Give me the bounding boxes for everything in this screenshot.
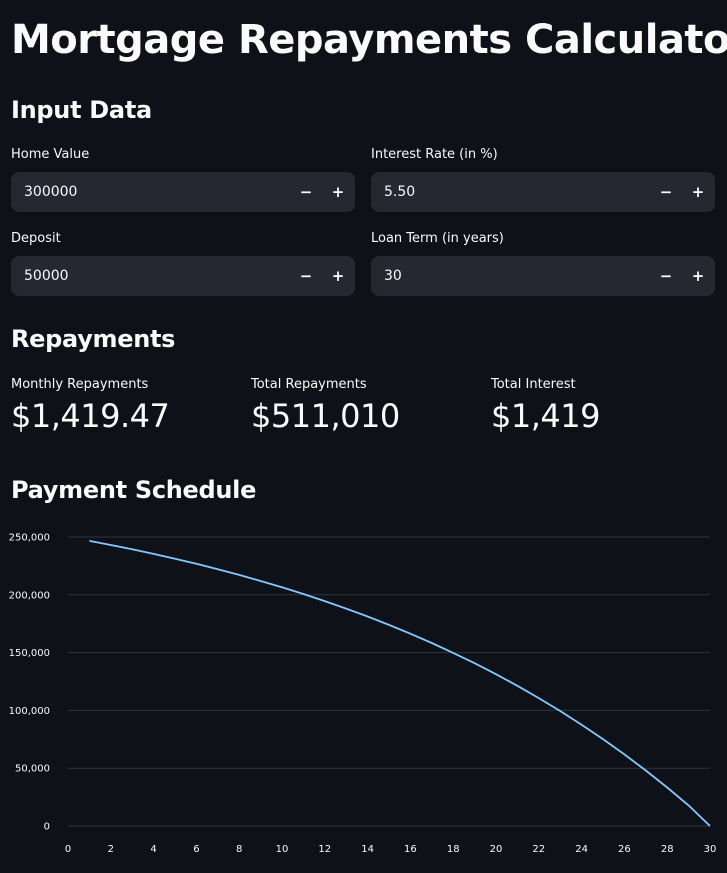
x-tick-label: 18 — [447, 844, 460, 855]
x-tick-label: 4 — [150, 844, 156, 855]
x-tick-label: 8 — [236, 844, 242, 855]
y-tick-label: 150,000 — [9, 648, 50, 659]
y-tick-label: 0 — [44, 822, 50, 833]
x-tick-label: 6 — [193, 844, 199, 855]
x-tick-label: 14 — [361, 844, 374, 855]
y-tick-label: 200,000 — [9, 590, 50, 601]
y-tick-label: 100,000 — [9, 706, 50, 717]
x-tick-label: 2 — [108, 844, 114, 855]
balance-line — [89, 540, 711, 827]
x-tick-label: 12 — [318, 844, 331, 855]
x-tick-label: 30 — [704, 844, 717, 855]
x-tick-label: 26 — [618, 844, 631, 855]
x-tick-label: 0 — [65, 844, 71, 855]
x-tick-label: 22 — [532, 844, 545, 855]
x-tick-label: 24 — [575, 844, 588, 855]
y-tick-label: 50,000 — [15, 764, 50, 775]
x-tick-label: 16 — [404, 844, 417, 855]
payment-schedule-chart: 050,000100,000150,000200,000250,0000 2 4 6 8… — [9, 533, 717, 856]
x-tick-label: 28 — [661, 844, 674, 855]
x-tick-label: 20 — [490, 844, 503, 855]
x-tick-label: 10 — [276, 844, 289, 855]
y-tick-label: 250,000 — [9, 533, 50, 544]
